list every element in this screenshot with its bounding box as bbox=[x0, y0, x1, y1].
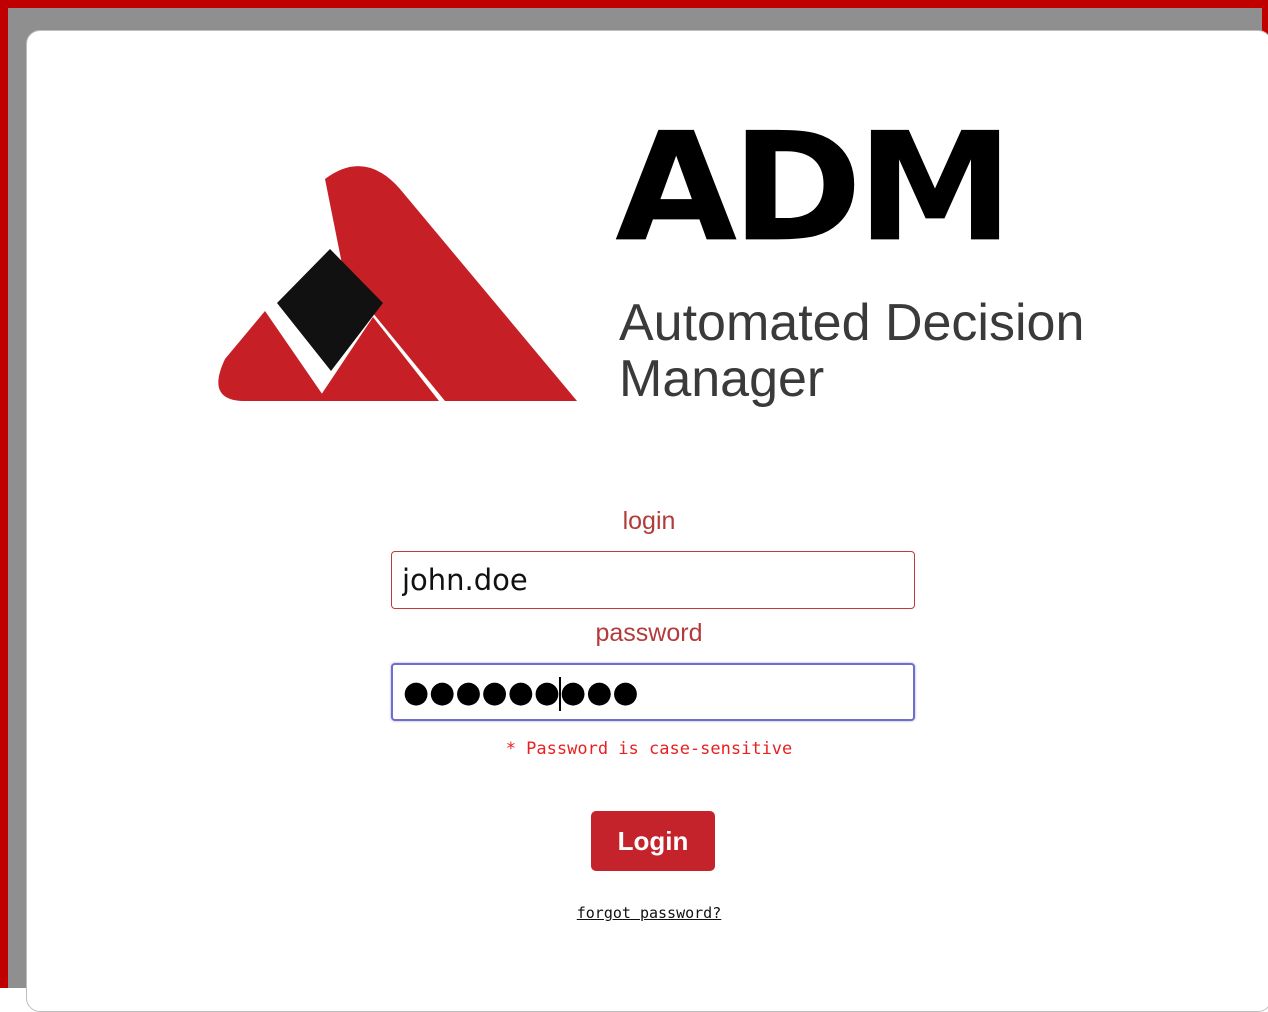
window-frame: ADM Automated Decision Manager login pas… bbox=[0, 0, 1268, 1012]
password-hint: * Password is case-sensitive bbox=[505, 739, 793, 759]
brand-subtitle: Automated Decision Manager bbox=[619, 294, 1085, 408]
password-input[interactable]: ●●●●●●●●● bbox=[391, 663, 915, 721]
login-button[interactable]: Login bbox=[591, 811, 715, 871]
adm-logo-icon bbox=[218, 166, 577, 401]
forgot-password-link[interactable]: forgot password? bbox=[27, 904, 1268, 922]
password-masked-value: ●●●●●●●●● bbox=[403, 675, 639, 710]
login-input[interactable] bbox=[391, 551, 915, 609]
login-label: login bbox=[622, 507, 676, 535]
password-label: password bbox=[595, 619, 703, 647]
login-card: ADM Automated Decision Manager login pas… bbox=[26, 30, 1268, 1012]
text-caret bbox=[559, 677, 561, 711]
brand-wordmark: ADM bbox=[615, 100, 1014, 276]
